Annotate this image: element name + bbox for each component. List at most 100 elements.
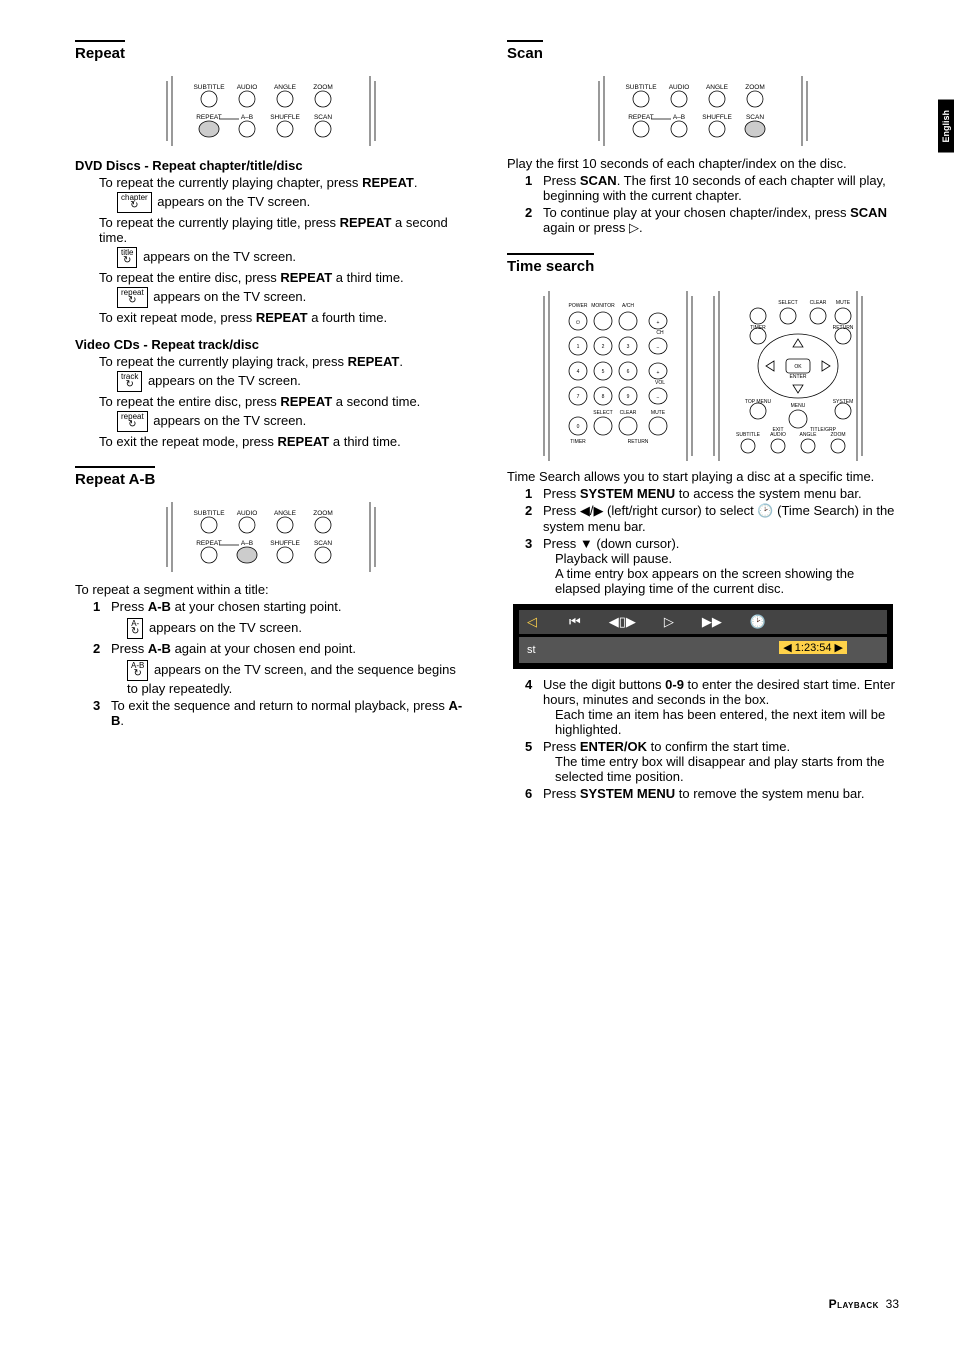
disc-repeat-icon: repeat↻ [117, 287, 148, 308]
svg-text:SUBTITLE: SUBTITLE [193, 510, 225, 517]
svg-text:SELECT: SELECT [778, 300, 797, 306]
svg-text:AUDIO: AUDIO [237, 510, 258, 517]
osd-time-value: ◀ 1:23:54 ▶ [779, 641, 847, 654]
svg-text:MUTE: MUTE [836, 300, 851, 306]
svg-text:CLEAR: CLEAR [620, 410, 637, 416]
svg-text:⏻: ⏻ [576, 320, 580, 326]
time-step-2: 2 Press ◀/▶ (left/right cursor) to selec… [525, 503, 899, 534]
title-repeat-icon: title↻ [117, 247, 137, 268]
svg-text:6: 6 [627, 369, 630, 375]
svg-text:MUTE: MUTE [651, 410, 666, 416]
svg-text:TIMER: TIMER [750, 325, 766, 331]
svg-text:REPEAT: REPEAT [628, 114, 654, 121]
time-step-3: 3 Press ▼ (down cursor). Playback will p… [525, 536, 899, 596]
svg-text:POWER: POWER [569, 303, 588, 309]
ab-repeat-icon: A-B↻ [127, 660, 148, 681]
osd-icon-time: 🕑 [750, 614, 766, 630]
vcd-icon-track-line: track↻ appears on the TV screen. [117, 371, 467, 392]
repeat-ab-heading: Repeat A-B [75, 466, 155, 488]
osd-icon-prev: ⏮ [569, 614, 581, 630]
svg-text:−: − [657, 345, 660, 351]
svg-text:VOL: VOL [655, 380, 665, 386]
svg-text:SCAN: SCAN [314, 540, 332, 547]
svg-text:CH: CH [656, 330, 664, 336]
dvd-icon-title-line: title↻ appears on the TV screen. [117, 247, 467, 268]
svg-text:SUBTITLE: SUBTITLE [625, 84, 657, 91]
osd-time-entry: ◁ ⏮ ◀▯▶ ▷ ▶▶ 🕑 st ◀ 1:23:54 ▶ [513, 604, 893, 669]
remote-strip-repeat: SUBTITLEAUDIOANGLEZOOM REPEATA–BSHUFFLES… [161, 76, 381, 146]
svg-text:8: 8 [602, 394, 605, 400]
dvd-l1: To repeat the currently playing chapter,… [99, 175, 467, 190]
svg-text:SHUFFLE: SHUFFLE [270, 114, 300, 121]
svg-text:SHUFFLE: SHUFFLE [702, 114, 732, 121]
osd-icon-ff: ▶▶ [702, 614, 722, 630]
svg-text:0: 0 [577, 424, 580, 430]
svg-text:1: 1 [577, 344, 580, 350]
vcd-l1: To repeat the currently playing track, p… [99, 354, 467, 369]
vcd-repeat-heading: Video CDs - Repeat track/disc [75, 337, 467, 352]
svg-text:−: − [657, 395, 660, 401]
svg-text:CLEAR: CLEAR [810, 300, 827, 306]
svg-text:2: 2 [602, 344, 605, 350]
svg-text:AUDIO: AUDIO [770, 432, 786, 438]
svg-text:SYSTEM: SYSTEM [833, 399, 854, 405]
svg-text:ANGLE: ANGLE [800, 432, 818, 438]
svg-text:ANGLE: ANGLE [274, 84, 297, 91]
svg-text:REPEAT: REPEAT [196, 114, 222, 121]
svg-text:SUBTITLE: SUBTITLE [193, 84, 225, 91]
svg-text:ENTER: ENTER [790, 374, 807, 380]
time-step-6: 6 Press SYSTEM MENU to remove the system… [525, 786, 899, 801]
svg-text:+: + [657, 370, 660, 376]
svg-text:AUDIO: AUDIO [669, 84, 690, 91]
ab-intro: To repeat a segment within a title: [75, 582, 467, 597]
disc-repeat-icon-2: repeat↻ [117, 411, 148, 432]
svg-text:SHUFFLE: SHUFFLE [270, 540, 300, 547]
ab-step-3: 3 To exit the sequence and return to nor… [93, 698, 467, 728]
time-intro: Time Search allows you to start playing … [507, 469, 899, 484]
track-repeat-icon: track↻ [117, 371, 142, 392]
svg-text:REPEAT: REPEAT [196, 540, 222, 547]
language-tab: English [938, 100, 954, 153]
svg-text:ZOOM: ZOOM [313, 84, 333, 91]
scan-heading: Scan [507, 40, 543, 62]
svg-text:9: 9 [627, 394, 630, 400]
svg-text:SCAN: SCAN [314, 114, 332, 121]
svg-text:A–B: A–B [241, 114, 253, 121]
left-column: Repeat SUBTITLE AUDIO ANGLE ZOOM REPEAT A–B S… [75, 40, 467, 803]
svg-text:TOP MENU: TOP MENU [745, 399, 772, 405]
scan-step-2: 2 To continue play at your chosen chapte… [525, 205, 899, 236]
right-column: Scan SUBTITLEAUDIOANGLEZOOM REPEATA–BSHU… [507, 40, 899, 803]
dvd-l5: To repeat the entire disc, press REPEAT … [99, 270, 467, 285]
time-search-heading: Time search [507, 253, 594, 275]
osd-st-label: st [527, 644, 536, 656]
svg-text:5: 5 [602, 369, 605, 375]
svg-text:SELECT: SELECT [593, 410, 612, 416]
svg-text:3: 3 [627, 344, 630, 350]
remote-numpad-diagram: POWERMONITORA/CH CHVOL 123 456 789 0 SEL… [538, 291, 698, 461]
osd-left-arrow-icon: ◁ [527, 614, 537, 630]
osd-icon-play: ▷ [664, 614, 674, 630]
svg-text:4: 4 [577, 369, 580, 375]
svg-text:+: + [657, 320, 660, 326]
dvd-icon-repeat-line: repeat↻ appears on the TV screen. [117, 287, 467, 308]
time-step-1: 1 Press SYSTEM MENU to access the system… [525, 486, 899, 501]
remote-nav-diagram: SELECTCLEARMUTE TIMERRETURN OKENTER TOP … [708, 291, 868, 461]
dvd-l7: To exit repeat mode, press REPEAT a four… [99, 310, 467, 325]
svg-text:SCAN: SCAN [746, 114, 764, 121]
svg-text:7: 7 [577, 394, 580, 400]
svg-text:A–B: A–B [673, 114, 685, 121]
svg-text:OK: OK [794, 364, 802, 370]
ab-step-1: 1 Press A-B at your chosen starting poin… [93, 599, 467, 639]
svg-text:ZOOM: ZOOM [313, 510, 333, 517]
svg-text:MONITOR: MONITOR [591, 303, 615, 309]
time-step-4: 4 Use the digit buttons 0-9 to enter the… [525, 677, 899, 737]
vcd-l5: To exit the repeat mode, press REPEAT a … [99, 434, 467, 449]
dvd-repeat-heading: DVD Discs - Repeat chapter/title/disc [75, 158, 467, 173]
remote-strip-ab: SUBTITLEAUDIOANGLEZOOM REPEATA–BSHUFFLES… [161, 502, 381, 572]
dvd-icon-chapter-line: chapter↻ appears on the TV screen. [117, 192, 467, 213]
page-footer: Playback 33 [829, 1297, 899, 1311]
repeat-heading: Repeat [75, 40, 125, 62]
svg-text:ANGLE: ANGLE [706, 84, 729, 91]
remote-strip-scan: SUBTITLEAUDIOANGLEZOOM REPEATA–BSHUFFLES… [593, 76, 813, 146]
svg-text:TIMER: TIMER [570, 439, 586, 445]
